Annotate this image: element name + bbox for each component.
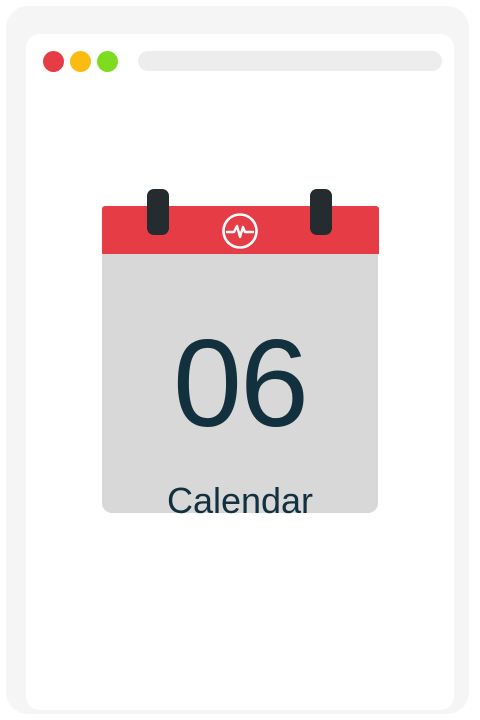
pulse-icon	[222, 213, 258, 249]
calendar-date-number: 06	[173, 315, 309, 453]
calendar-header	[102, 189, 379, 254]
address-bar[interactable]	[138, 51, 442, 71]
window-maximize-button[interactable]	[97, 51, 118, 72]
window-minimize-button[interactable]	[70, 51, 91, 72]
calendar-ring-left	[147, 189, 169, 235]
calendar-ring-right	[310, 189, 332, 235]
window-close-button[interactable]	[43, 51, 64, 72]
calendar-page: 06 Calendar	[102, 236, 378, 521]
calendar-label: Calendar	[166, 480, 314, 521]
calendar-widget[interactable]: 06 Calendar	[102, 189, 379, 521]
